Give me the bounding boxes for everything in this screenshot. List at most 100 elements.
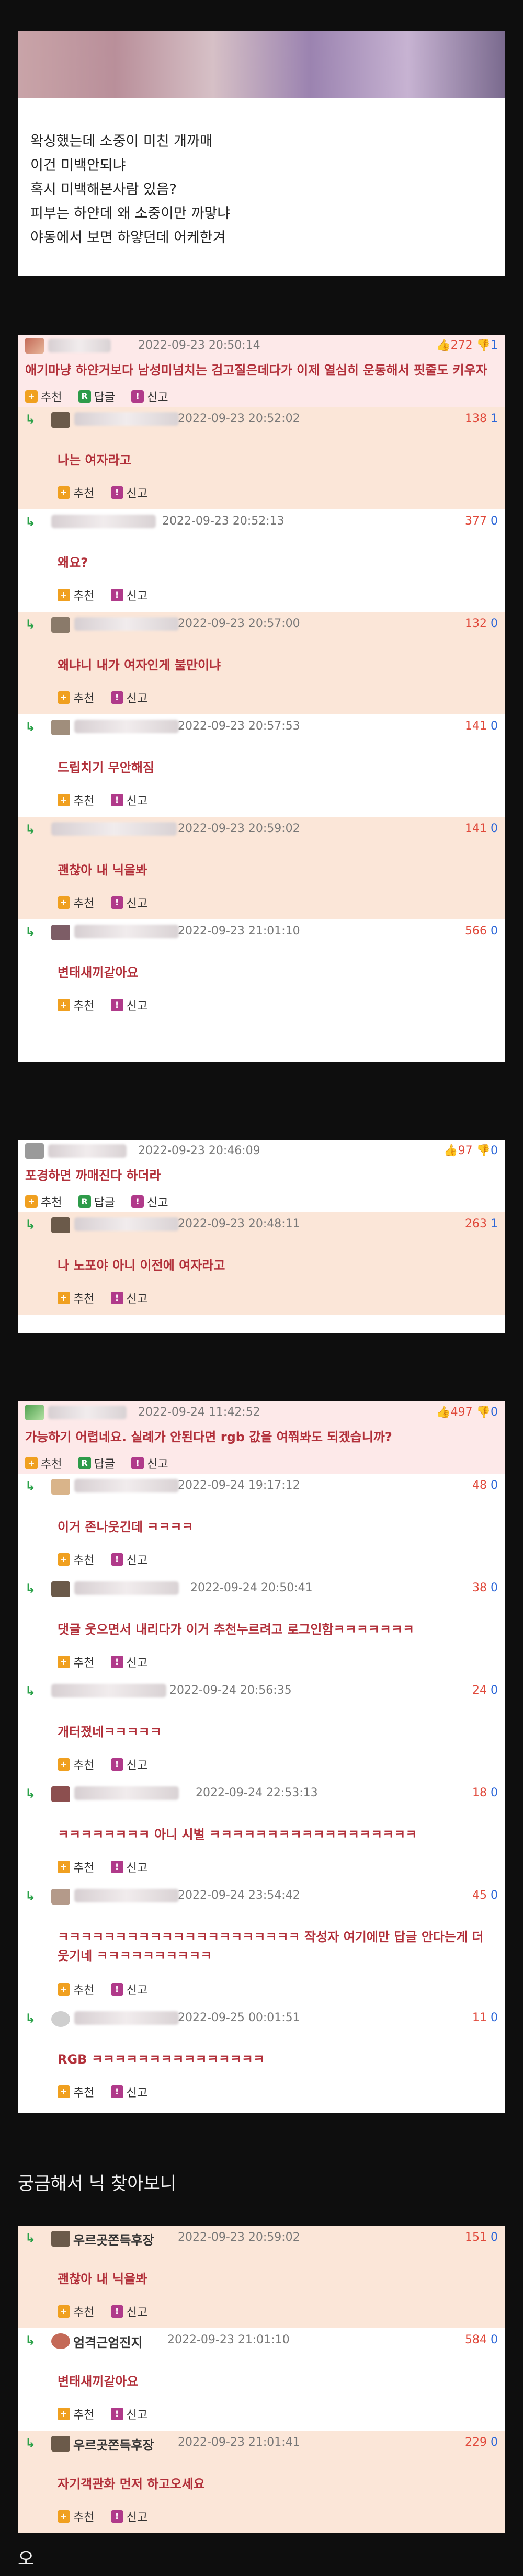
recommend-button[interactable]: + 추천 — [25, 1455, 62, 1472]
comment-header: 2022-09-23 20:46:09 👍97 👎0 — [18, 1140, 505, 1162]
reply-timestamp: 2022-09-23 21:01:10 — [178, 925, 300, 938]
reply-arrow-icon: ↳ — [25, 822, 36, 837]
reply-text: 댓글 웃으면서 내리다가 이거 추천누르려고 로그인함ㅋㅋㅋㅋㅋㅋㅋ — [58, 1622, 415, 1637]
vote-count: 566 0 — [465, 925, 498, 938]
footer-text: 오 — [18, 2549, 35, 2570]
report-button[interactable]: ! 신고 — [131, 1193, 168, 1210]
report-button[interactable]: ! 신고 — [110, 997, 147, 1013]
reply-button[interactable]: R 답글 — [78, 1455, 115, 1472]
nickname[interactable]: 엄격근엄진지 — [73, 2332, 142, 2351]
reply-item: ↳ 2022-09-25 00:01:51 11 0 RGB ㅋㅋㅋㅋㅋㅋㅋㅋㅋ… — [18, 2006, 505, 2108]
vote-count: 38 0 — [472, 1581, 498, 1594]
recommend-button[interactable]: + 추천 — [58, 2508, 94, 2525]
blurred-nickname — [74, 1786, 179, 1800]
report-button[interactable]: ! 신고 — [110, 1290, 147, 1306]
vote-count: 24 0 — [472, 1684, 498, 1697]
reply-arrow-icon: ↳ — [25, 1217, 36, 1232]
recommend-button[interactable]: + 추천 — [58, 587, 94, 603]
post-image — [18, 31, 505, 98]
recommend-button[interactable]: + 추천 — [58, 2406, 94, 2422]
reply-arrow-icon: ↳ — [25, 925, 36, 939]
blurred-nickname — [74, 1889, 179, 1902]
reply-arrow-icon: ↳ — [25, 2011, 36, 2026]
reply-timestamp: 2022-09-23 20:57:53 — [178, 720, 300, 733]
reply-timestamp: 2022-09-24 23:54:42 — [178, 1889, 300, 1902]
avatar — [51, 2436, 70, 2452]
report-button[interactable]: ! 신고 — [110, 2083, 147, 2100]
reply-timestamp: 2022-09-25 00:01:51 — [178, 2011, 300, 2024]
recommend-button[interactable]: + 추천 — [58, 689, 94, 706]
report-button[interactable]: ! 신고 — [110, 1756, 147, 1773]
reply-item: ↳ 2022-09-23 21:01:10 566 0 변태새끼같아요 + 추천 … — [18, 919, 505, 1022]
recommend-button[interactable]: + 추천 — [58, 1551, 94, 1568]
report-button[interactable]: ! 신고 — [110, 1981, 147, 1998]
avatar — [51, 1581, 70, 1597]
recommend-button[interactable]: + 추천 — [58, 1981, 94, 1998]
avatar — [51, 1217, 70, 1233]
blurred-nickname — [48, 1406, 127, 1419]
avatar — [51, 1786, 70, 1802]
vote-count: 11 0 — [472, 2011, 498, 2024]
report-button[interactable]: ! 신고 — [131, 388, 168, 405]
report-button[interactable]: ! 신고 — [110, 484, 147, 501]
vote-count: 263 1 — [465, 1217, 498, 1230]
recommend-button[interactable]: + 추천 — [58, 1756, 94, 1773]
reply-button[interactable]: R 답글 — [78, 388, 115, 405]
reply-text: 개터졌네ㅋㅋㅋㅋㅋ — [58, 1725, 162, 1739]
report-button[interactable]: ! 신고 — [110, 1859, 147, 1875]
comment-thread: 2022-09-24 11:42:52 👍497 👎0 가능하기 어렵네요. 실… — [18, 1401, 505, 2113]
reply-arrow-icon: ↳ — [25, 1684, 36, 1699]
avatar — [51, 1889, 70, 1905]
blurred-nickname — [48, 339, 111, 352]
avatar — [51, 2231, 70, 2247]
recommend-button[interactable]: + 추천 — [25, 388, 62, 405]
recommend-button[interactable]: + 추천 — [58, 894, 94, 911]
report-button[interactable]: ! 신고 — [110, 792, 147, 808]
report-button[interactable]: ! 신고 — [110, 2303, 147, 2320]
reply-timestamp: 2022-09-23 20:52:13 — [162, 515, 285, 528]
reply-timestamp: 2022-09-23 20:59:02 — [178, 822, 300, 835]
reply-text: 왜냐니 내가 여자인게 불만이냐 — [58, 658, 221, 673]
report-button[interactable]: ! 신고 — [110, 587, 147, 603]
recommend-button[interactable]: + 추천 — [58, 1290, 94, 1306]
reply-arrow-icon: ↳ — [25, 720, 36, 734]
report-button[interactable]: ! 신고 — [110, 2508, 147, 2525]
avatar — [51, 2333, 70, 2349]
recommend-button[interactable]: + 추천 — [58, 1859, 94, 1875]
recommend-button[interactable]: + 추천 — [58, 997, 94, 1013]
recommend-button[interactable]: + 추천 — [58, 2083, 94, 2100]
reply-text: ㅋㅋㅋㅋㅋㅋㅋㅋ 아니 시벌 ㅋㅋㅋㅋㅋㅋㅋㅋㅋㅋㅋㅋㅋㅋㅋㅋㅋㅋ — [58, 1827, 417, 1842]
report-button[interactable]: ! 신고 — [110, 2406, 147, 2422]
blurred-nickname — [74, 2011, 179, 2025]
vote-count: 132 0 — [465, 617, 498, 630]
vote-count: 584 0 — [465, 2333, 498, 2346]
vote-count: 138 1 — [465, 412, 498, 425]
recommend-button[interactable]: + 추천 — [58, 1654, 94, 1670]
reply-timestamp: 2022-09-23 21:01:41 — [178, 2436, 300, 2449]
report-button[interactable]: ! 신고 — [110, 1654, 147, 1670]
recommend-button[interactable]: + 추천 — [25, 1193, 62, 1210]
reply-text: 왜요? — [58, 555, 88, 570]
recommend-button[interactable]: + 추천 — [58, 484, 94, 501]
report-button[interactable]: ! 신고 — [110, 689, 147, 706]
comment-timestamp: 2022-09-23 20:50:14 — [138, 339, 260, 352]
report-button[interactable]: ! 신고 — [131, 1455, 168, 1472]
reply-text: 자기객관화 먼저 하고오세요 — [58, 2477, 205, 2491]
reply-arrow-icon: ↳ — [25, 515, 36, 529]
report-button[interactable]: ! 신고 — [110, 894, 147, 911]
recommend-button[interactable]: + 추천 — [58, 792, 94, 808]
report-button[interactable]: ! 신고 — [110, 1551, 147, 1568]
nickname[interactable]: 우르곳쫀득후장 — [73, 2435, 154, 2453]
recommend-button[interactable]: + 추천 — [58, 2303, 94, 2320]
blurred-nickname — [51, 1684, 166, 1697]
reply-text: ㅋㅋㅋㅋㅋㅋㅋㅋㅋㅋㅋㅋㅋㅋㅋㅋㅋㅋㅋㅋㅋ 작성자 여기에만 답글 안다는게 더… — [58, 1930, 484, 1963]
reply-button[interactable]: R 답글 — [78, 1193, 115, 1210]
avatar — [25, 1405, 44, 1420]
reply-timestamp: 2022-09-24 19:17:12 — [178, 1479, 300, 1492]
vote-count: 👍497 👎0 — [436, 1406, 498, 1419]
nickname[interactable]: 우르곳쫀득후장 — [73, 2230, 154, 2248]
avatar — [51, 2011, 70, 2027]
section-title: 궁금해서 닉 찾아보니 — [18, 2173, 177, 2194]
reply-timestamp: 2022-09-23 20:48:11 — [178, 1217, 300, 1230]
avatar — [51, 617, 70, 633]
